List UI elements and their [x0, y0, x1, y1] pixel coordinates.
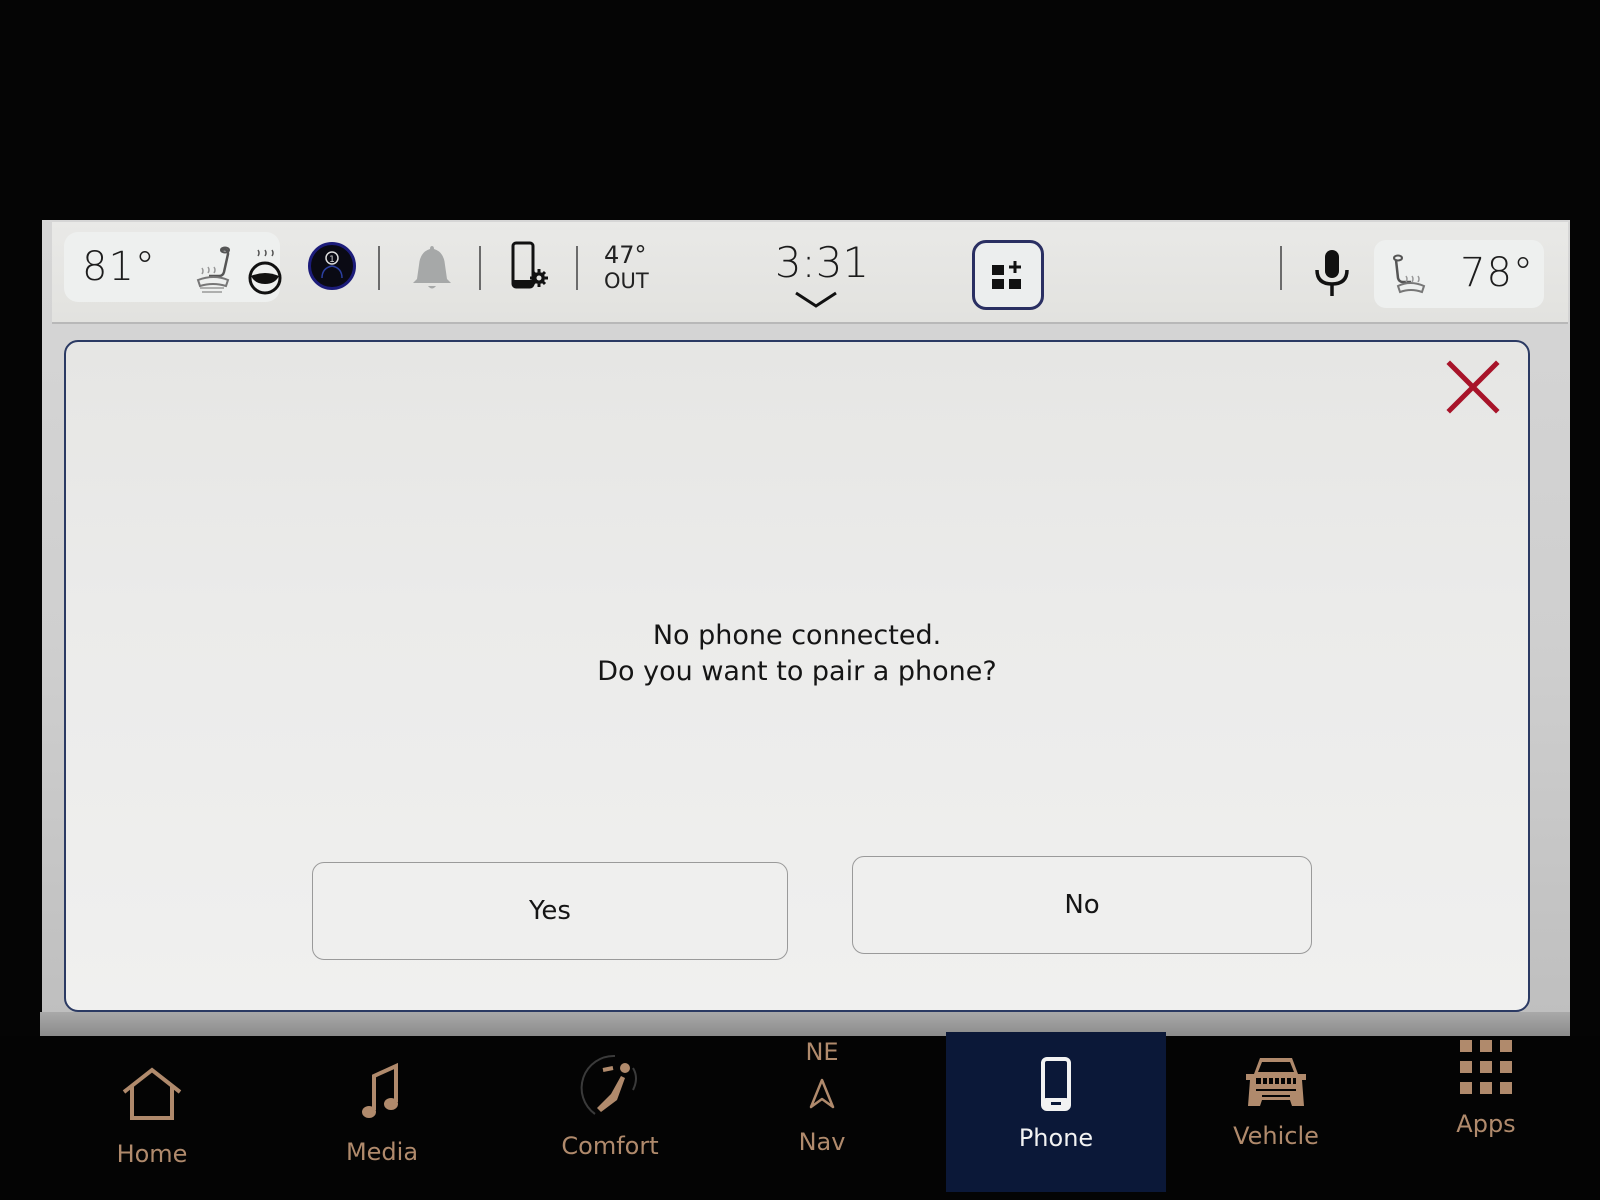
clock[interactable]: 3:31	[772, 238, 872, 287]
phone-settings-icon[interactable]	[510, 240, 554, 294]
chevron-down-icon[interactable]	[794, 290, 838, 310]
navigation-arrow-icon	[809, 1078, 835, 1109]
pair-phone-dialog: No phone connected. Do you want to pair …	[64, 340, 1530, 1012]
nav-vehicle[interactable]: Vehicle	[1176, 1036, 1376, 1186]
nav-media-label: Media	[345, 1138, 419, 1166]
nav-apps-label: Apps	[1456, 1110, 1516, 1138]
profile-number: 1	[329, 255, 335, 265]
divider	[576, 246, 578, 290]
compass-heading: NE	[805, 1038, 839, 1066]
divider	[1280, 246, 1282, 290]
bell-icon[interactable]	[412, 242, 452, 292]
passenger-temperature: 78°	[1460, 250, 1534, 296]
dialog-message-line2: Do you want to pair a phone?	[597, 656, 997, 687]
driver-temperature: 81°	[82, 244, 156, 290]
yes-button[interactable]: Yes	[312, 862, 788, 960]
phone-icon	[1041, 1057, 1071, 1111]
no-button[interactable]: No	[852, 856, 1312, 954]
microphone-icon[interactable]	[1314, 248, 1350, 300]
nav-navigation-label: Nav	[798, 1128, 846, 1156]
nav-vehicle-label: Vehicle	[1233, 1122, 1319, 1150]
nav-home[interactable]: Home	[52, 1036, 252, 1186]
music-note-icon	[362, 1062, 398, 1118]
nav-comfort[interactable]: Comfort	[510, 1036, 710, 1186]
divider	[378, 246, 380, 290]
nav-phone-label: Phone	[1018, 1124, 1094, 1152]
apps-grid-icon	[1460, 1040, 1512, 1094]
heated-steering-wheel-icon[interactable]	[246, 246, 284, 296]
nav-navigation[interactable]: NE Nav	[722, 1036, 922, 1186]
dialog-message: No phone connected. Do you want to pair …	[66, 618, 1528, 690]
vehicle-icon	[1246, 1058, 1306, 1106]
passenger-climate-control[interactable]: 78°	[1374, 240, 1544, 308]
status-bar: 81° 1 47° OUT 3:31 78°	[52, 222, 1568, 324]
screen-frame-edge	[40, 1012, 1570, 1036]
comfort-seat-icon	[580, 1054, 637, 1115]
nav-apps[interactable]: Apps	[1386, 1036, 1586, 1186]
driver-climate-control[interactable]: 81°	[64, 232, 282, 302]
heated-seat-icon[interactable]	[1388, 254, 1428, 298]
nav-media[interactable]: Media	[282, 1036, 482, 1186]
divider	[479, 246, 481, 290]
nav-comfort-label: Comfort	[561, 1132, 659, 1160]
close-icon[interactable]	[1444, 358, 1502, 416]
add-widget-button[interactable]	[972, 240, 1044, 310]
dialog-message-line1: No phone connected.	[652, 620, 942, 651]
outside-temperature: 47° OUT	[604, 242, 649, 294]
nav-phone[interactable]: Phone	[946, 1032, 1166, 1192]
nav-home-label: Home	[116, 1140, 188, 1168]
outside-temperature-value: 47°	[604, 241, 647, 269]
bottom-navigation: Home Media Comfort NE Nav Phone Vehicle …	[0, 1032, 1600, 1200]
home-icon	[122, 1067, 182, 1120]
add-widget-icon	[992, 261, 1021, 289]
driver-profile-icon[interactable]: 1	[308, 242, 356, 290]
outside-temperature-label: OUT	[604, 269, 649, 293]
heated-seat-icon[interactable]	[192, 246, 236, 294]
